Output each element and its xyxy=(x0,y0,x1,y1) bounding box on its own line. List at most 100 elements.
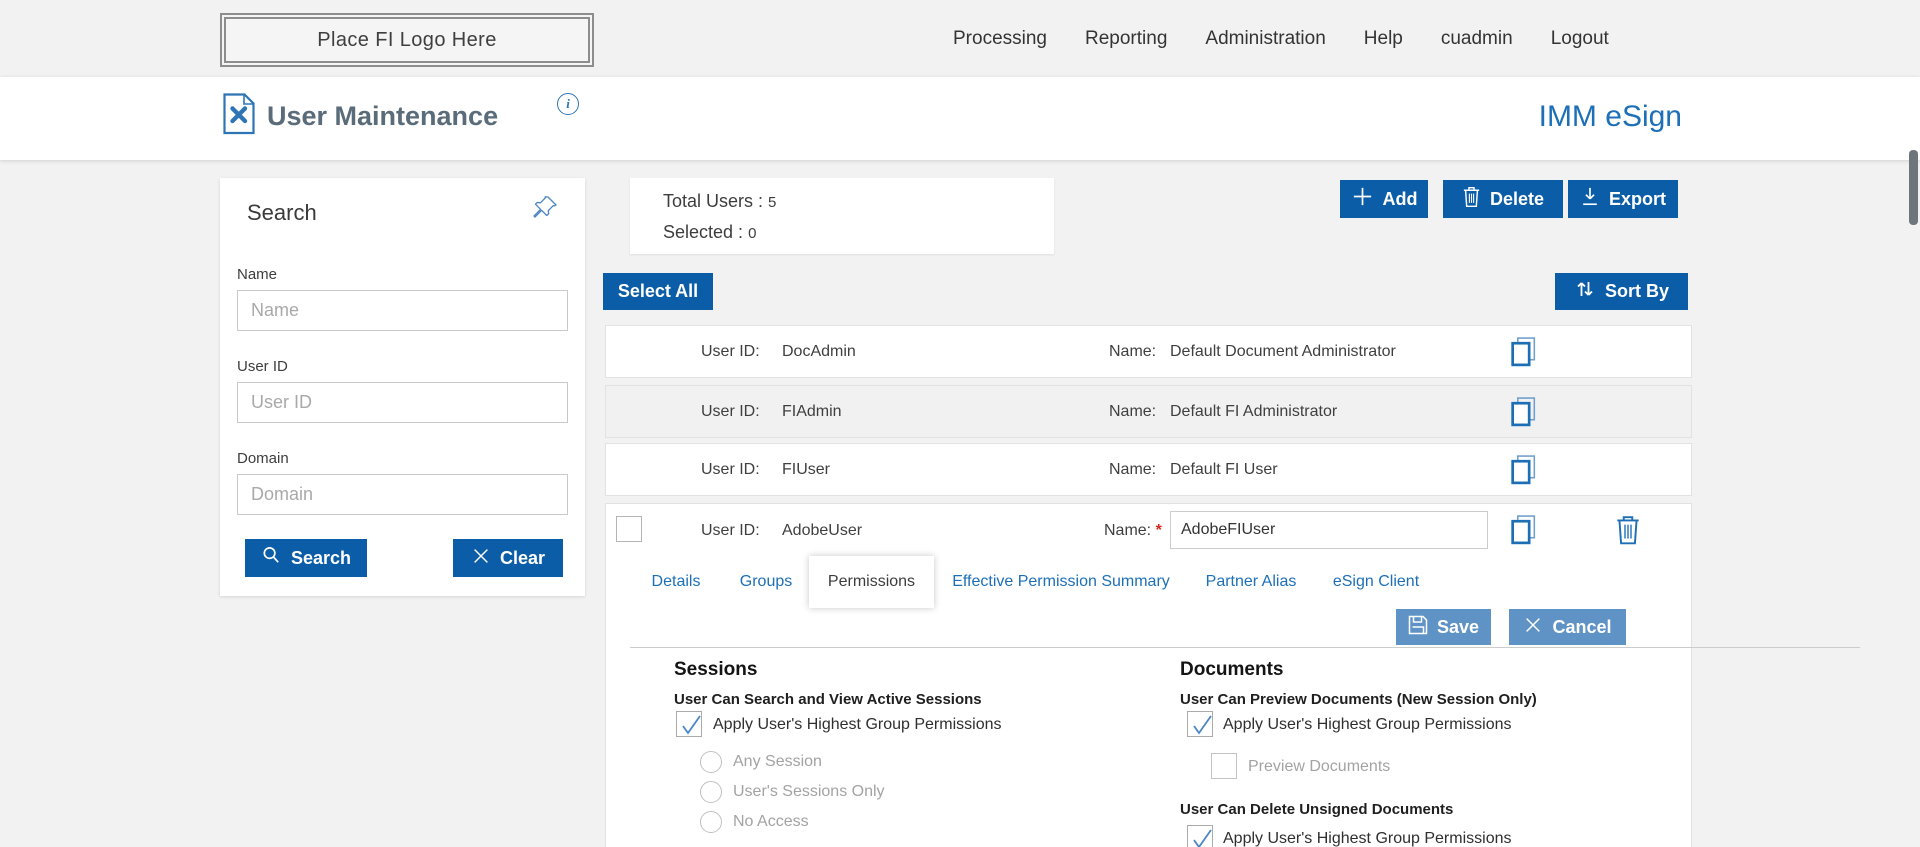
sessions-apply-label: Apply User's Highest Group Permissions xyxy=(713,716,1002,734)
user-row-docadmin[interactable]: User ID: DocAdmin Name: Default Document… xyxy=(605,325,1692,378)
tab-esign-client[interactable]: eSign Client xyxy=(1321,556,1431,608)
tab-partner-alias-label: Partner Alias xyxy=(1206,573,1297,591)
export-button[interactable]: Export xyxy=(1568,180,1678,218)
export-icon xyxy=(1580,186,1600,212)
tab-details[interactable]: Details xyxy=(631,556,721,608)
delete-button[interactable]: Delete xyxy=(1443,180,1563,218)
user-maintenance-icon xyxy=(223,93,255,140)
documents-delete-subtitle: User Can Delete Unsigned Documents xyxy=(1180,801,1453,818)
tab-groups-label: Groups xyxy=(740,573,792,591)
selected-line: Selected : 0 xyxy=(663,222,756,243)
tab-eps-label: Effective Permission Summary xyxy=(952,573,1170,591)
save-button-label: Save xyxy=(1437,617,1479,638)
page-header: User Maintenance i IMM eSign xyxy=(0,77,1920,160)
top-bar: Place FI Logo Here Processing Reporting … xyxy=(0,0,1920,77)
name-label: Name: xyxy=(1109,343,1156,361)
selected-label: Selected : xyxy=(663,222,743,242)
export-button-label: Export xyxy=(1609,189,1666,210)
radio-users-sessions-only-label: User's Sessions Only xyxy=(733,783,885,801)
user-row-fiuser[interactable]: User ID: FIUser Name: Default FI User xyxy=(605,443,1692,496)
copy-user-icon[interactable] xyxy=(1508,336,1540,374)
copy-user-icon[interactable] xyxy=(1508,396,1540,434)
documents-preview-apply-label: Apply User's Highest Group Permissions xyxy=(1223,716,1512,734)
copy-user-icon[interactable] xyxy=(1508,514,1540,552)
tab-effective-permission-summary[interactable]: Effective Permission Summary xyxy=(946,556,1176,608)
documents-preview-apply-checkbox[interactable] xyxy=(1187,711,1213,737)
user-id-value: AdobeUser xyxy=(782,522,862,540)
top-nav: Processing Reporting Administration Help… xyxy=(953,0,1609,77)
product-brand: IMM eSign xyxy=(1539,100,1682,134)
clear-icon xyxy=(471,546,491,571)
save-button[interactable]: Save xyxy=(1396,609,1491,645)
delete-icon xyxy=(1462,186,1481,213)
total-users-value: 5 xyxy=(768,194,776,211)
info-icon[interactable]: i xyxy=(557,93,579,115)
search-user-id-input[interactable] xyxy=(237,382,568,423)
add-button-label: Add xyxy=(1383,189,1418,210)
tab-esign-client-label: eSign Client xyxy=(1333,573,1419,591)
radio-any-session[interactable] xyxy=(700,751,722,773)
clear-button-label: Clear xyxy=(500,548,545,569)
nav-reporting[interactable]: Reporting xyxy=(1085,28,1167,50)
tab-partner-alias[interactable]: Partner Alias xyxy=(1196,556,1306,608)
vertical-scrollbar-thumb[interactable] xyxy=(1909,150,1918,225)
search-icon xyxy=(261,545,282,571)
row-select-checkbox[interactable] xyxy=(616,516,642,542)
user-id-label: User ID xyxy=(237,358,288,375)
name-label: Name: xyxy=(1109,403,1156,421)
sort-by-label: Sort By xyxy=(1605,281,1669,302)
user-id-value: FIAdmin xyxy=(782,403,842,421)
nav-processing[interactable]: Processing xyxy=(953,28,1047,50)
user-id-value: FIUser xyxy=(782,461,830,479)
preview-documents-checkbox[interactable] xyxy=(1211,753,1237,779)
delete-user-icon[interactable] xyxy=(1614,514,1642,551)
clear-button[interactable]: Clear xyxy=(453,539,563,577)
radio-users-sessions-only[interactable] xyxy=(700,781,722,803)
sessions-apply-checkbox[interactable] xyxy=(676,711,702,737)
search-name-input[interactable] xyxy=(237,290,568,331)
search-panel: Search Name User ID Domain Search Clear xyxy=(220,178,585,596)
user-id-label: User ID: xyxy=(701,522,760,540)
check-icon xyxy=(1190,826,1214,847)
documents-preview-subtitle: User Can Preview Documents (New Session … xyxy=(1180,691,1537,708)
pin-icon[interactable] xyxy=(529,192,561,229)
sort-by-button[interactable]: Sort By xyxy=(1555,273,1688,310)
selected-value: 0 xyxy=(748,225,756,242)
tab-groups[interactable]: Groups xyxy=(721,556,811,608)
search-domain-input[interactable] xyxy=(237,474,568,515)
select-all-button[interactable]: Select All xyxy=(603,273,713,310)
name-label-text: Name: xyxy=(1104,522,1151,539)
edit-name-input[interactable] xyxy=(1170,511,1488,549)
delete-button-label: Delete xyxy=(1490,189,1544,210)
user-id-value: DocAdmin xyxy=(782,343,856,361)
user-maintenance-screen: Place FI Logo Here Processing Reporting … xyxy=(0,0,1920,847)
content-divider xyxy=(630,647,1860,648)
summary-box: Total Users : 5 Selected : 0 xyxy=(630,178,1054,254)
name-value: Default Document Administrator xyxy=(1170,343,1396,361)
select-all-label: Select All xyxy=(618,281,698,302)
radio-no-access[interactable] xyxy=(700,811,722,833)
nav-administration[interactable]: Administration xyxy=(1205,28,1325,50)
cancel-button[interactable]: Cancel xyxy=(1509,609,1626,645)
search-button-label: Search xyxy=(291,548,351,569)
cancel-button-label: Cancel xyxy=(1552,617,1611,638)
copy-user-icon[interactable] xyxy=(1508,454,1540,492)
documents-delete-apply-label: Apply User's Highest Group Permissions xyxy=(1223,830,1512,847)
user-row-fiadmin[interactable]: User ID: FIAdmin Name: Default FI Admini… xyxy=(605,385,1692,438)
fi-logo-text: Place FI Logo Here xyxy=(317,29,497,52)
documents-delete-apply-checkbox[interactable] xyxy=(1187,825,1213,847)
tab-permissions[interactable]: Permissions xyxy=(809,556,934,608)
cancel-icon xyxy=(1523,615,1543,640)
nav-logout[interactable]: Logout xyxy=(1551,28,1609,50)
name-label: Name: xyxy=(1109,461,1156,479)
name-label: Name xyxy=(237,266,277,283)
sessions-subtitle: User Can Search and View Active Sessions xyxy=(674,691,982,708)
nav-username[interactable]: cuadmin xyxy=(1441,28,1513,50)
check-icon xyxy=(1190,712,1214,738)
radio-no-access-label: No Access xyxy=(733,813,809,831)
nav-help[interactable]: Help xyxy=(1364,28,1403,50)
fi-logo-placeholder: Place FI Logo Here xyxy=(220,13,594,67)
add-button[interactable]: Add xyxy=(1340,180,1428,218)
preview-documents-label: Preview Documents xyxy=(1248,758,1390,776)
search-button[interactable]: Search xyxy=(245,539,367,577)
